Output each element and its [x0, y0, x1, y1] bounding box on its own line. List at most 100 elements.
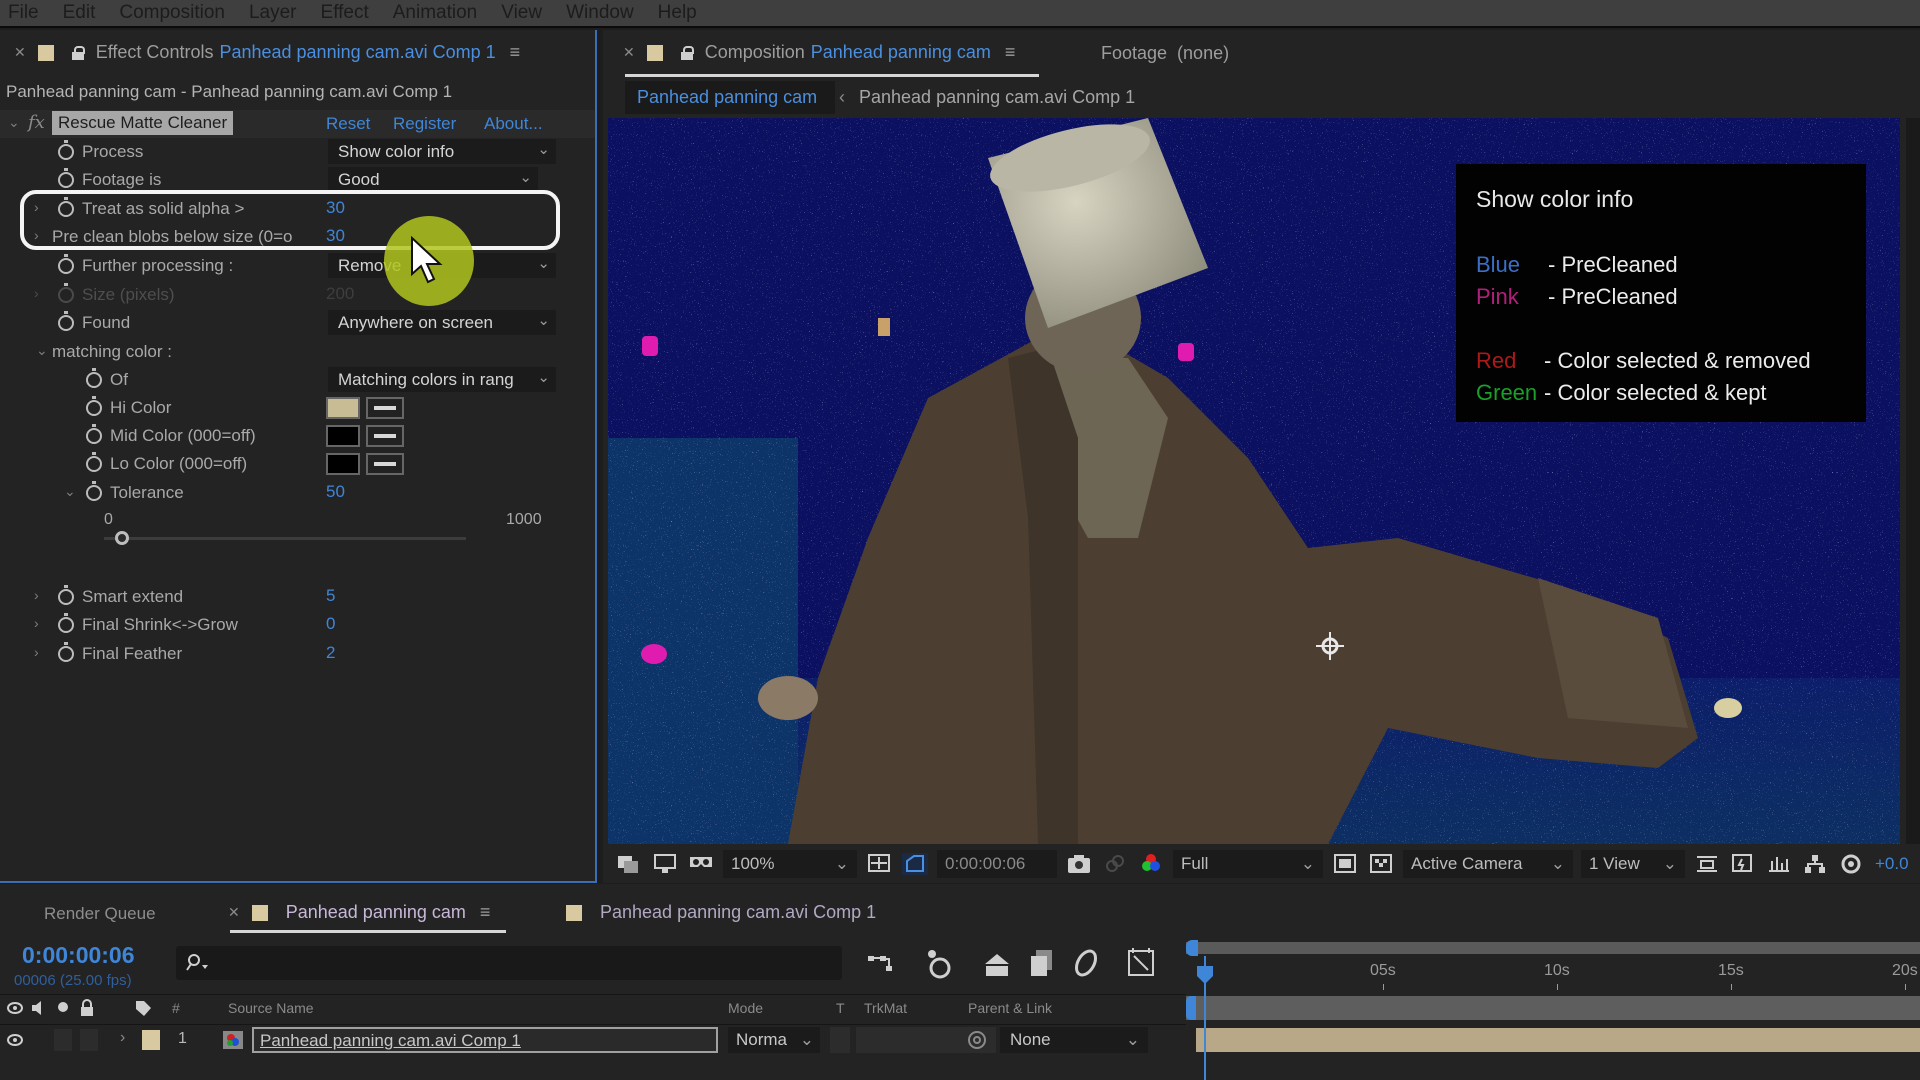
eyedropper-icon[interactable]	[366, 397, 404, 419]
transparency-grid-icon[interactable]	[1368, 853, 1394, 875]
draft-3d-icon[interactable]	[924, 948, 954, 980]
label-tag-icon[interactable]	[134, 999, 152, 1019]
timeline-icon[interactable]	[1766, 853, 1792, 875]
layer-label-color[interactable]	[142, 1030, 160, 1050]
lo-color-swatch[interactable]	[326, 453, 360, 475]
menu-animation[interactable]: Animation	[381, 2, 490, 24]
mask-visibility-icon[interactable]	[902, 853, 928, 875]
audio-icon[interactable]	[30, 1000, 46, 1016]
region-of-interest-icon[interactable]	[1332, 853, 1358, 875]
timeline-other-tab[interactable]: Panhead panning cam.avi Comp 1	[566, 902, 876, 923]
chevron-down-icon[interactable]: ⌄	[8, 114, 20, 131]
menu-effect[interactable]: Effect	[309, 2, 381, 24]
stopwatch-icon[interactable]	[58, 613, 74, 633]
hi-color-swatch[interactable]	[326, 397, 360, 419]
stopwatch-icon[interactable]	[58, 254, 74, 274]
grid-guides-icon[interactable]	[866, 853, 892, 875]
resolution-dropdown[interactable]: Full ⌄	[1173, 850, 1323, 878]
vr-mask-icon[interactable]	[688, 853, 714, 875]
chevron-right-icon[interactable]: ›	[34, 615, 39, 631]
register-link[interactable]: Register	[393, 114, 456, 134]
stopwatch-icon[interactable]	[58, 140, 74, 160]
composition-viewer[interactable]: Show color info Blue - PreCleaned Pink -…	[608, 118, 1900, 844]
lock-icon[interactable]	[680, 45, 694, 60]
layer-search-input[interactable]	[176, 946, 842, 980]
fx-icon[interactable]: fx	[28, 112, 45, 133]
lock-switch[interactable]	[80, 1029, 98, 1051]
tab-target[interactable]: Panhead panning cam.avi Comp 1	[219, 42, 495, 63]
chevron-down-icon[interactable]: ⌄	[64, 483, 76, 500]
panel-menu-icon[interactable]: ≡	[510, 42, 521, 63]
stopwatch-icon[interactable]	[58, 168, 74, 188]
layer-duration-bar[interactable]	[1196, 1028, 1920, 1052]
timeline-nav-start-handle[interactable]	[1186, 996, 1196, 1020]
stopwatch-icon[interactable]	[58, 642, 74, 662]
eye-icon[interactable]	[6, 1001, 24, 1015]
close-icon[interactable]: ✕	[14, 44, 26, 61]
reset-link[interactable]: Reset	[326, 114, 370, 134]
chevron-down-icon[interactable]: ⌄	[36, 342, 48, 359]
effect-name[interactable]: Rescue Matte Cleaner	[52, 111, 234, 135]
flowchart-icon[interactable]	[1802, 853, 1828, 875]
stopwatch-icon[interactable]	[58, 311, 74, 331]
shy-layers-icon[interactable]	[982, 950, 1012, 978]
always-preview-icon[interactable]	[616, 853, 642, 875]
chevron-right-icon[interactable]: ›	[34, 644, 39, 660]
effect-controls-tab[interactable]: ✕ Effect Controls Panhead panning cam.av…	[14, 42, 520, 63]
found-dropdown[interactable]: Anywhere on screen ⌄	[328, 310, 556, 335]
footage-tab[interactable]: Footage (none)	[1101, 43, 1229, 64]
blend-mode-dropdown[interactable]: Norma ⌄	[728, 1027, 820, 1053]
reset-exposure-icon[interactable]	[1838, 853, 1864, 875]
channel-rgb-icon[interactable]	[1138, 853, 1164, 875]
about-link[interactable]: About...	[484, 114, 543, 134]
panel-menu-icon[interactable]: ≡	[480, 902, 491, 923]
monitor-icon[interactable]	[652, 853, 678, 875]
column-source-name[interactable]: Source Name	[228, 1000, 314, 1016]
snapshot-camera-icon[interactable]	[1066, 853, 1092, 875]
work-area-start-handle[interactable]	[1186, 940, 1198, 956]
menu-layer[interactable]: Layer	[237, 2, 309, 24]
playhead-handle[interactable]	[1195, 964, 1215, 986]
breadcrumb-active[interactable]: Panhead panning cam	[625, 80, 835, 114]
exposure-value[interactable]: +0.0	[1875, 854, 1909, 874]
composition-tab[interactable]: ✕ Composition Panhead panning cam ≡	[623, 42, 1015, 63]
tolerance-slider-thumb[interactable]	[115, 531, 130, 545]
composition-mini-flowchart-icon[interactable]	[866, 952, 896, 978]
toggle-pixel-aspect-icon[interactable]	[1694, 853, 1720, 875]
close-icon[interactable]: ✕	[228, 904, 240, 921]
menu-file[interactable]: File	[6, 2, 51, 24]
current-time-display[interactable]: 0:00:00:06	[937, 850, 1057, 878]
work-area-bar[interactable]	[1186, 940, 1920, 956]
footage-is-dropdown[interactable]: Good ⌄	[328, 167, 538, 192]
menu-window[interactable]: Window	[554, 2, 646, 24]
motion-blur-icon[interactable]	[1072, 948, 1100, 978]
stopwatch-icon[interactable]	[86, 368, 102, 388]
graph-editor-icon[interactable]	[1126, 946, 1156, 978]
close-icon[interactable]: ✕	[623, 44, 635, 61]
show-snapshot-icon[interactable]	[1102, 853, 1128, 875]
timeline-comp-tab[interactable]: ✕ Panhead panning cam ≡	[228, 902, 490, 923]
view-layout-dropdown[interactable]: 1 View ⌄	[1581, 850, 1685, 878]
eyedropper-icon[interactable]	[366, 425, 404, 447]
layer-name-field[interactable]: Panhead panning cam.avi Comp 1	[252, 1027, 718, 1053]
pick-whip-icon[interactable]	[966, 1030, 988, 1050]
magnification-dropdown[interactable]: 100% ⌄	[723, 850, 857, 878]
eyedropper-icon[interactable]	[366, 453, 404, 475]
render-queue-tab[interactable]: Render Queue	[44, 904, 156, 924]
menu-view[interactable]: View	[489, 2, 554, 24]
property-value[interactable]: 5	[326, 586, 335, 606]
breadcrumb-next[interactable]: Panhead panning cam.avi Comp 1	[859, 87, 1135, 108]
menu-help[interactable]: Help	[646, 2, 709, 24]
lock-icon[interactable]	[80, 999, 94, 1017]
preserve-transparency-switch[interactable]	[830, 1027, 850, 1053]
tolerance-slider-track[interactable]	[104, 537, 466, 540]
chevron-right-icon[interactable]: ›	[34, 587, 39, 603]
tab-target[interactable]: Panhead panning cam	[811, 42, 991, 63]
stopwatch-icon[interactable]	[86, 424, 102, 444]
stopwatch-icon[interactable]	[86, 452, 102, 472]
property-value[interactable]: 0	[326, 614, 335, 634]
eye-icon[interactable]	[6, 1033, 24, 1047]
property-value[interactable]: 2	[326, 643, 335, 663]
parent-dropdown[interactable]: None ⌄	[1000, 1027, 1148, 1053]
of-dropdown[interactable]: Matching colors in rang ⌄	[328, 367, 556, 392]
